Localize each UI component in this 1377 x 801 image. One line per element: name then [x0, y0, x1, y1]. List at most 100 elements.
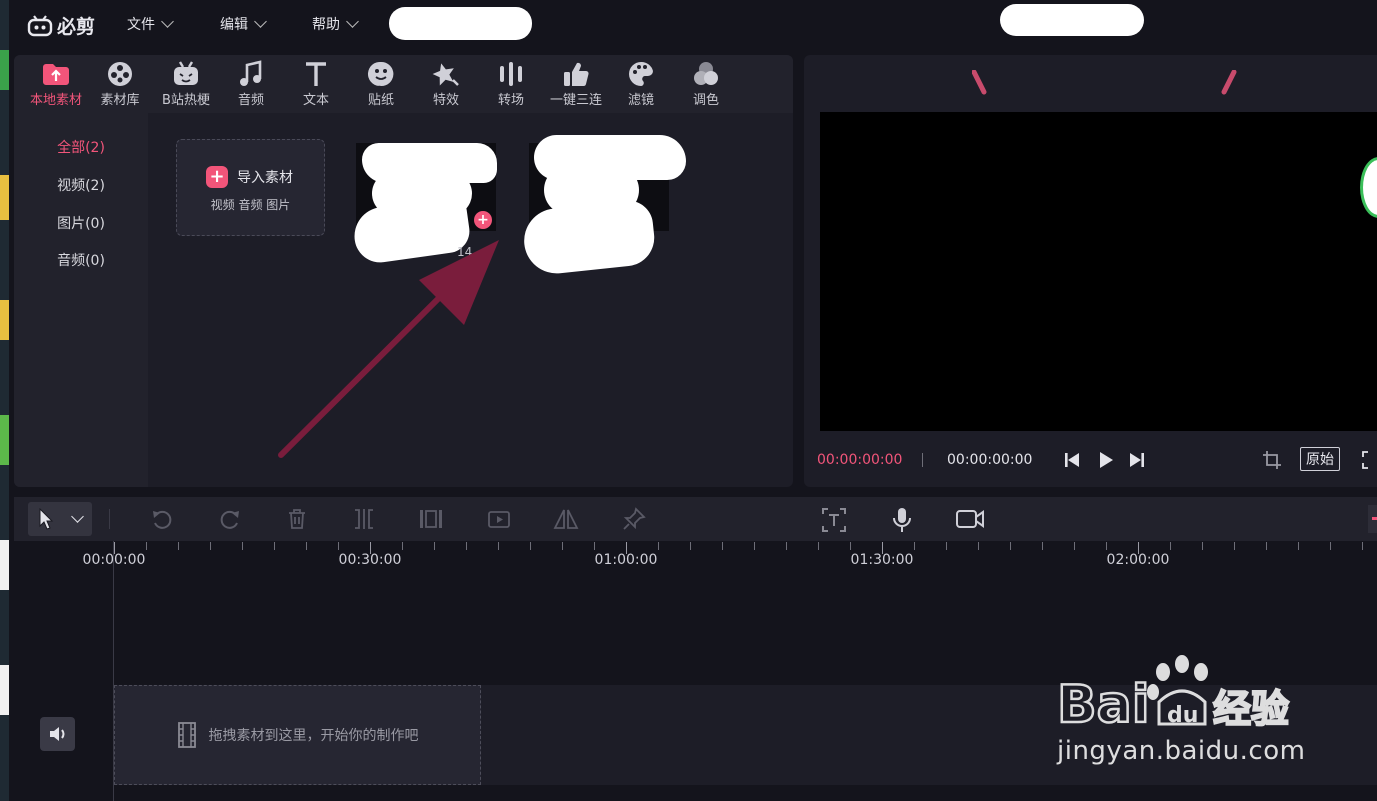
media-thumbnail[interactable] — [520, 135, 694, 277]
ruler-tick — [818, 542, 819, 550]
timeline-toolbar — [14, 497, 1377, 541]
filter-palette-icon — [609, 59, 673, 89]
chevron-down-icon — [254, 15, 267, 28]
ruler-time-label: 00:00:00 — [82, 552, 146, 568]
tab-local-media[interactable]: 本地素材 — [24, 59, 88, 108]
music-note-icon — [219, 59, 283, 89]
ruler-tick — [402, 542, 403, 550]
mirror-icon[interactable] — [552, 507, 580, 535]
svg-text:Bai: Bai — [1057, 675, 1150, 735]
ruler-tick — [850, 542, 851, 550]
import-media-button[interactable]: + 导入素材 视频 音频 图片 — [176, 139, 325, 236]
ruler-tick — [946, 542, 947, 550]
ruler-tick — [594, 542, 595, 550]
import-label: 导入素材 — [237, 170, 293, 186]
redo-icon[interactable] — [217, 507, 241, 535]
redacted-area — [389, 7, 532, 40]
current-time: 00:00:00:00 — [817, 452, 903, 468]
fullscreen-icon[interactable] — [1362, 450, 1377, 470]
category-sidebar: 全部(2) 视频(2) 图片(0) 音频(0) — [14, 113, 148, 487]
tab-label: 素材库 — [100, 93, 140, 108]
ruler-time-label: 01:30:00 — [850, 552, 914, 568]
add-to-timeline-plus-icon[interactable]: + — [474, 211, 492, 229]
menu-edit[interactable]: 编辑 — [220, 14, 267, 34]
color-circles-icon — [674, 59, 738, 89]
category-all[interactable]: 全部(2) — [14, 137, 148, 157]
floating-widget[interactable] — [1360, 157, 1377, 218]
camera-record-icon[interactable] — [955, 507, 985, 535]
zoom-control[interactable] — [1368, 505, 1377, 533]
cursor-arrow-icon — [38, 508, 54, 530]
mute-track-button[interactable] — [40, 717, 75, 751]
ruler-tick — [914, 542, 915, 550]
ruler-tick — [1234, 542, 1235, 550]
undo-icon[interactable] — [151, 507, 175, 535]
time-divider — [922, 453, 923, 467]
ruler-tick — [754, 542, 755, 550]
crop-icon[interactable] — [1262, 450, 1282, 470]
ruler-tick — [1266, 542, 1267, 550]
menu-help[interactable]: 帮助 — [312, 14, 359, 34]
svg-text:du: du — [1167, 703, 1198, 728]
timeline-ruler: 00:00:00 00:30:00 01:00:00 01:30:00 02:00:00… — [14, 541, 1377, 581]
ruler-tick — [1362, 542, 1363, 550]
category-image[interactable]: 图片(0) — [14, 213, 148, 233]
menu-file[interactable]: 文件 — [127, 14, 174, 34]
ruler-time-label: 00:30:00 — [338, 552, 402, 568]
pin-icon[interactable] — [622, 507, 646, 535]
chevron-down-icon — [346, 15, 359, 28]
svg-text:经验: 经验 — [1213, 687, 1289, 731]
tab-transitions[interactable]: 转场 — [479, 59, 543, 108]
ruler-tick — [786, 542, 787, 550]
plus-icon: + — [206, 166, 228, 188]
original-ratio-button[interactable]: 原始 — [1300, 447, 1340, 471]
ruler-time-label: 01:00:00 — [594, 552, 658, 568]
play-icon[interactable] — [1097, 451, 1115, 469]
toolbar-divider — [109, 509, 110, 529]
drop-hint: 拖拽素材到这里，开始你的制作吧 — [208, 728, 419, 744]
watermark-url: jingyan.baidu.com — [1057, 736, 1306, 766]
sticker-icon — [349, 59, 413, 89]
desktop-edge — [0, 0, 9, 801]
chevron-down-icon — [71, 510, 85, 523]
microphone-icon[interactable] — [891, 507, 913, 537]
trim-icon[interactable] — [418, 507, 444, 535]
tab-color-grading[interactable]: 调色 — [674, 59, 738, 108]
delete-icon[interactable] — [285, 507, 309, 535]
drop-zone[interactable]: 拖拽素材到这里，开始你的制作吧 — [114, 685, 481, 785]
select-tool-dropdown[interactable] — [28, 502, 92, 536]
ruler-tick — [1042, 542, 1043, 550]
ruler-tick — [146, 542, 147, 550]
ruler-time-label: 02:00:00 — [1106, 552, 1170, 568]
category-audio[interactable]: 音频(0) — [14, 250, 148, 270]
category-video[interactable]: 视频(2) — [14, 175, 148, 195]
ruler-tick — [498, 542, 499, 550]
tab-audio[interactable]: 音频 — [219, 59, 283, 108]
tab-filters[interactable]: 滤镜 — [609, 59, 673, 108]
split-icon[interactable] — [352, 507, 376, 535]
app-logo: 必剪 — [27, 12, 95, 39]
replace-clip-icon[interactable] — [486, 507, 512, 535]
ruler-tick — [1170, 542, 1171, 550]
skip-back-icon[interactable] — [1063, 451, 1081, 469]
tab-text[interactable]: 文本 — [284, 59, 348, 108]
skip-forward-icon[interactable] — [1128, 451, 1146, 469]
menu-bar: 必剪 文件 编辑 帮助 — [9, 0, 1377, 50]
ruler-tick — [1202, 542, 1203, 550]
ruler-tick — [274, 542, 275, 550]
tab-sticker[interactable]: 贴纸 — [349, 59, 413, 108]
tab-material-library[interactable]: 素材库 — [88, 59, 152, 108]
ruler-tick — [338, 542, 339, 550]
ruler-tick — [242, 542, 243, 550]
auto-subtitle-icon[interactable] — [821, 507, 847, 537]
tab-label: 一键三连 — [549, 93, 602, 108]
tab-effects[interactable]: 特效 — [414, 59, 478, 108]
redacted-area — [1000, 4, 1144, 36]
text-t-icon — [284, 59, 348, 89]
tab-bilibili-memes[interactable]: B站热梗 — [154, 59, 218, 108]
tab-triple-like[interactable]: 一键三连 — [544, 59, 608, 108]
star-effect-icon — [414, 59, 478, 89]
ruler-tick — [690, 542, 691, 550]
tab-label: 本地素材 — [29, 93, 82, 108]
ruler-tick — [178, 542, 179, 550]
